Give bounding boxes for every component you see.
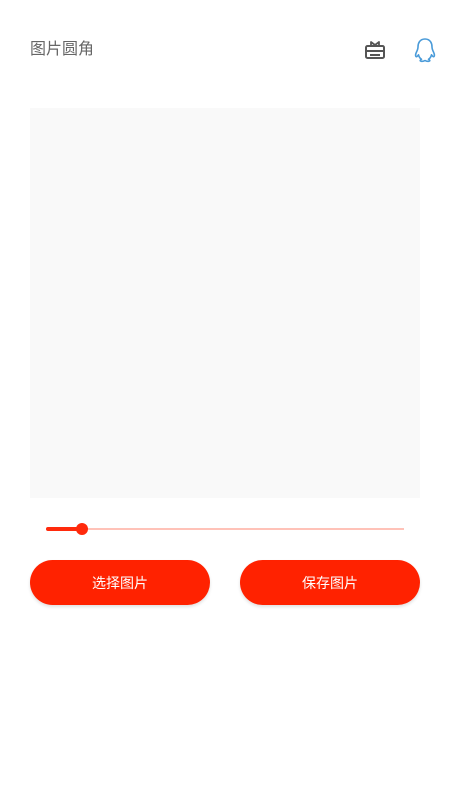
app-bar: 图片圆角 [0, 0, 450, 100]
slider-thumb[interactable] [75, 523, 88, 535]
save-image-button[interactable]: 保存图片 [240, 560, 420, 605]
qq-icon [414, 38, 436, 63]
slider-track[interactable] [46, 528, 404, 530]
select-image-button[interactable]: 选择图片 [30, 560, 210, 605]
gift-button[interactable] [357, 32, 393, 68]
image-preview [30, 108, 420, 498]
corner-radius-slider[interactable] [40, 518, 410, 540]
qq-button[interactable] [407, 32, 443, 68]
gift-card-icon [365, 41, 385, 59]
page-title: 图片圆角 [30, 39, 95, 58]
